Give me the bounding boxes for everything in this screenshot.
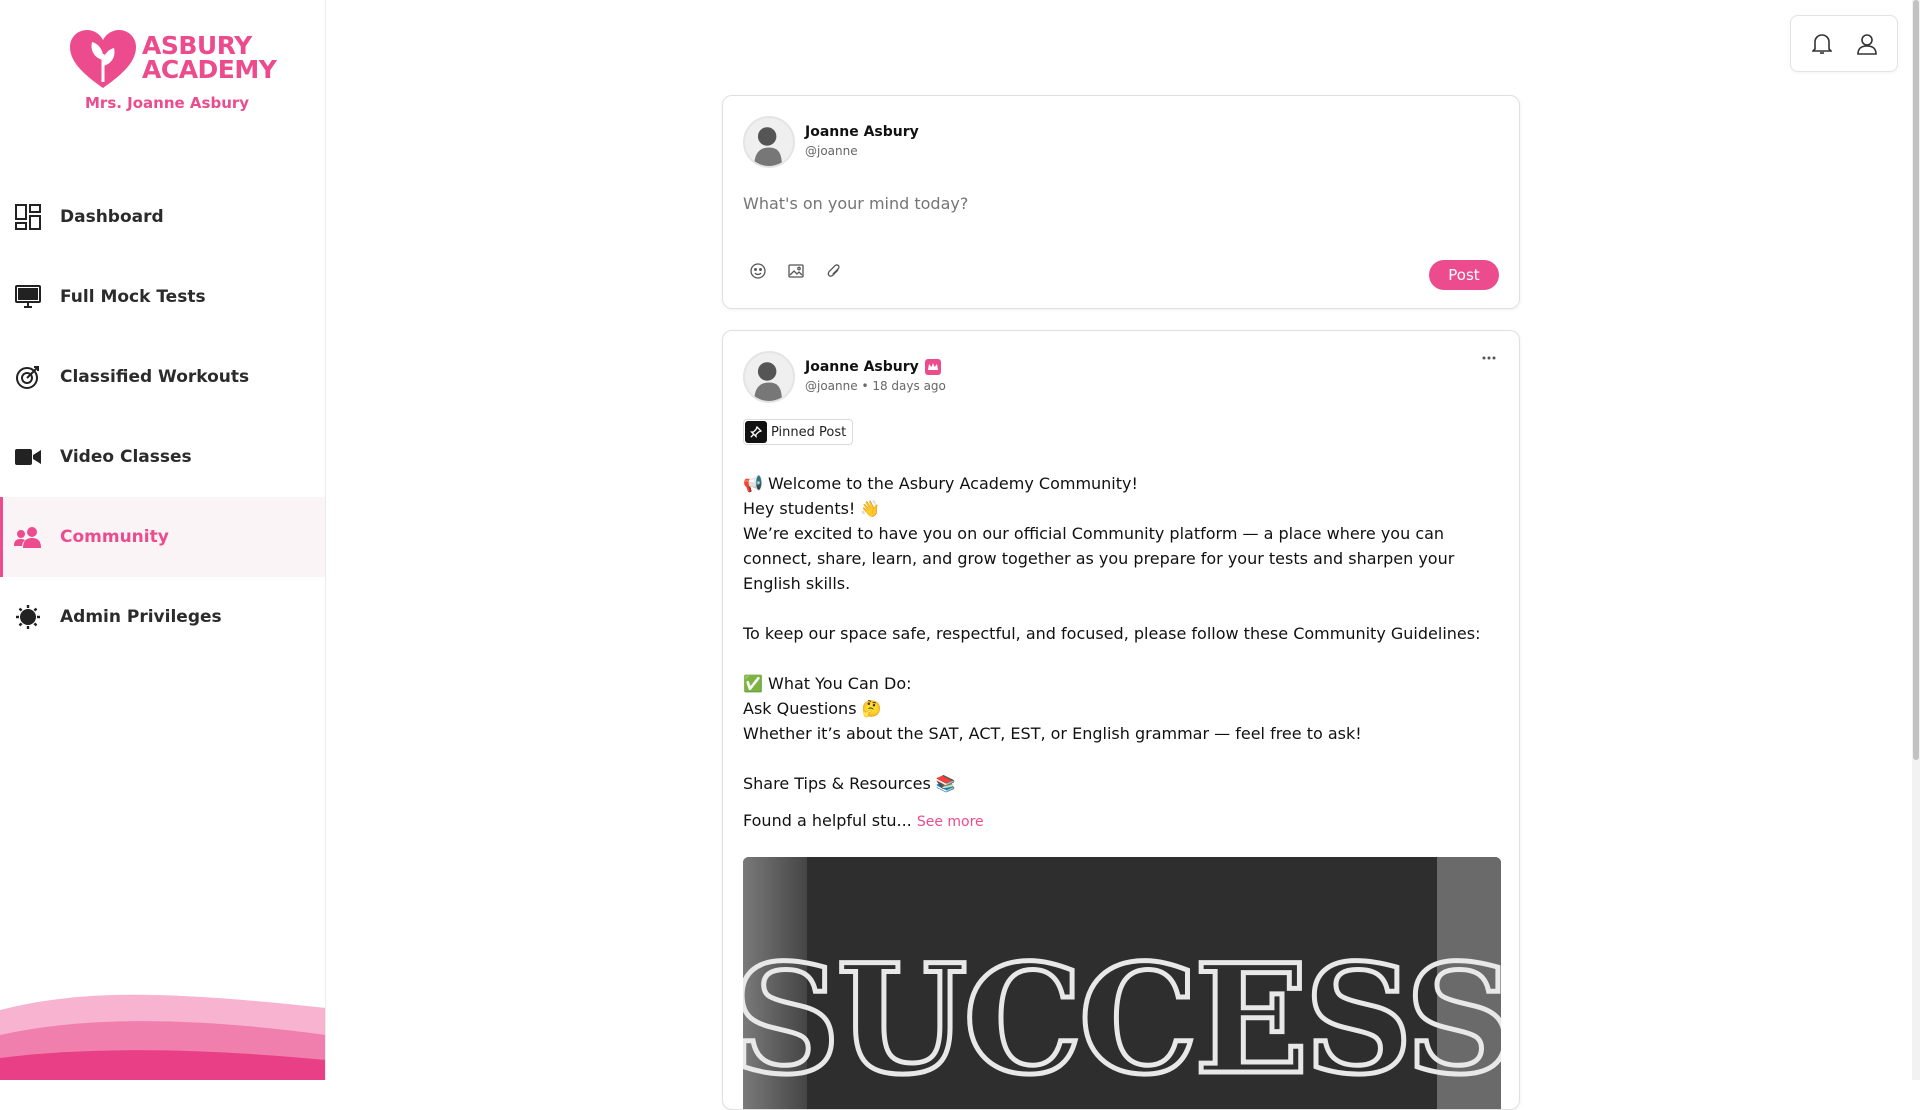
chalk-success-text: SUCCESS	[743, 932, 1501, 1108]
author-handle: @joanne	[805, 144, 858, 158]
truncated-line: Found a helpful stu... See more	[743, 808, 1503, 835]
crown-badge-icon	[924, 359, 941, 375]
post-line: 📢 Welcome to the Asbury Academy Communit…	[743, 474, 1138, 493]
brand-name: ASBURY ACADEMY	[142, 33, 277, 84]
sidebar-item-video-classes[interactable]: Video Classes	[0, 417, 325, 497]
post-timestamp: • 18 days ago	[861, 379, 946, 393]
post-line: We’re excited to have you on our officia…	[743, 524, 1455, 593]
post-meta: @joanne • 18 days ago	[805, 379, 946, 393]
dashboard-icon	[14, 203, 42, 231]
post-line: Hey students! 👋	[743, 499, 881, 518]
avatar[interactable]	[743, 351, 795, 403]
post-line: ✅ What You Can Do:	[743, 674, 912, 693]
brand-name-line2: ACADEMY	[142, 55, 277, 84]
post-line: Ask Questions 🤔	[743, 699, 882, 718]
scrollbar-thumb[interactable]	[1913, 0, 1919, 760]
pinned-post: Joanne Asbury @joanne • 18 days ago Pinn…	[722, 330, 1520, 1110]
brand-owner: Mrs. Joanne Asbury	[85, 94, 250, 112]
sidebar-item-dashboard[interactable]: Dashboard	[0, 177, 325, 257]
sidebar-nav: Dashboard Full Mock Tests Classified Wor…	[0, 177, 325, 657]
video-camera-icon	[14, 443, 42, 471]
avatar[interactable]	[743, 116, 795, 168]
post-image[interactable]: SUCCESS	[743, 857, 1501, 1109]
pinned-badge: Pinned Post	[743, 419, 854, 445]
heart-logo-icon	[70, 30, 136, 88]
sidebar: ASBURY ACADEMY Mrs. Joanne Asbury Dashbo…	[0, 0, 326, 1080]
post-input[interactable]	[743, 194, 1483, 213]
bell-icon[interactable]	[1808, 30, 1836, 58]
post-button[interactable]: Post	[1429, 260, 1499, 290]
author-name[interactable]: Joanne Asbury	[805, 359, 919, 375]
pin-icon	[745, 421, 767, 443]
post-composer: Joanne Asbury @joanne Post	[722, 95, 1520, 309]
sidebar-item-label: Full Mock Tests	[60, 287, 206, 307]
sidebar-item-label: Community	[60, 527, 169, 547]
monitor-icon	[14, 283, 42, 311]
avatar-portrait-icon	[745, 353, 793, 401]
truncated-text: Found a helpful stu...	[743, 811, 912, 830]
author-name[interactable]: Joanne Asbury	[805, 124, 919, 140]
community-icon	[14, 523, 42, 551]
decorative-wave	[0, 994, 325, 1080]
more-options-icon[interactable]	[1479, 351, 1499, 365]
see-more-link[interactable]: See more	[917, 814, 984, 830]
header-actions	[1790, 15, 1898, 72]
image-icon[interactable]	[787, 262, 805, 280]
post-line: To keep our space safe, respectful, and …	[743, 624, 1481, 643]
post-line: Whether it’s about the SAT, ACT, EST, or…	[743, 724, 1362, 743]
brand-logo[interactable]: ASBURY ACADEMY Mrs. Joanne Asbury	[70, 30, 277, 115]
admin-gear-icon	[14, 603, 42, 631]
chalkboard-image: SUCCESS	[743, 857, 1501, 1109]
post-line: Share Tips & Resources 📚	[743, 774, 956, 793]
sidebar-item-community[interactable]: Community	[0, 497, 325, 577]
target-icon	[14, 363, 42, 391]
user-icon[interactable]	[1853, 30, 1881, 58]
attachment-icon[interactable]	[825, 262, 843, 280]
sidebar-item-full-mock-tests[interactable]: Full Mock Tests	[0, 257, 325, 337]
sidebar-item-admin-privileges[interactable]: Admin Privileges	[0, 577, 325, 657]
author-handle: @joanne	[805, 379, 858, 393]
sidebar-item-label: Admin Privileges	[60, 607, 222, 627]
sidebar-item-label: Video Classes	[60, 447, 192, 467]
author-name-row: Joanne Asbury	[805, 359, 941, 375]
composer-tools	[749, 262, 843, 280]
sidebar-item-label: Classified Workouts	[60, 367, 250, 387]
page-scrollbar[interactable]	[1912, 0, 1920, 1080]
sidebar-item-classified-workouts[interactable]: Classified Workouts	[0, 337, 325, 417]
avatar-portrait-icon	[745, 118, 793, 166]
emoji-icon[interactable]	[749, 262, 767, 280]
sidebar-item-label: Dashboard	[60, 207, 164, 227]
pinned-label: Pinned Post	[771, 424, 847, 440]
post-body: 📢 Welcome to the Asbury Academy Communit…	[743, 471, 1503, 835]
